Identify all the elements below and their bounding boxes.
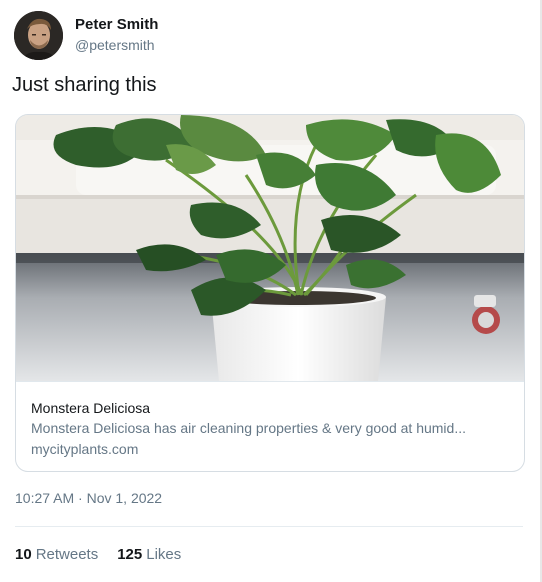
card-description: Monstera Deliciosa has air cleaning prop… (31, 420, 466, 436)
likes-label: Likes (146, 546, 182, 563)
retweets-count: 10 (15, 546, 32, 563)
tweet-text: Just sharing this (12, 74, 157, 96)
author-handle[interactable]: @petersmith (75, 35, 158, 55)
tweet-header: Peter Smith @petersmith (14, 11, 158, 60)
link-card[interactable]: Monstera Deliciosa Monstera Deliciosa ha… (15, 114, 525, 472)
retweets-label: Retweets (35, 546, 99, 563)
avatar[interactable] (14, 11, 63, 60)
likes-count: 125 (117, 546, 143, 563)
tweet-timestamp[interactable]: 10:27 AM · Nov 1, 2022 (15, 490, 162, 506)
retweets-stat[interactable]: 10 Retweets (15, 546, 98, 563)
card-domain: mycityplants.com (31, 441, 139, 457)
divider (15, 526, 523, 527)
tweet-stats: 10 Retweets 125 Likes (15, 546, 200, 563)
card-body[interactable]: Monstera Deliciosa Monstera Deliciosa ha… (16, 381, 524, 460)
card-image[interactable] (16, 115, 524, 381)
author-info: Peter Smith @petersmith (75, 15, 158, 55)
author-name[interactable]: Peter Smith (75, 15, 158, 35)
likes-stat[interactable]: 125 Likes (117, 546, 181, 563)
card-title: Monstera Deliciosa (31, 400, 151, 416)
